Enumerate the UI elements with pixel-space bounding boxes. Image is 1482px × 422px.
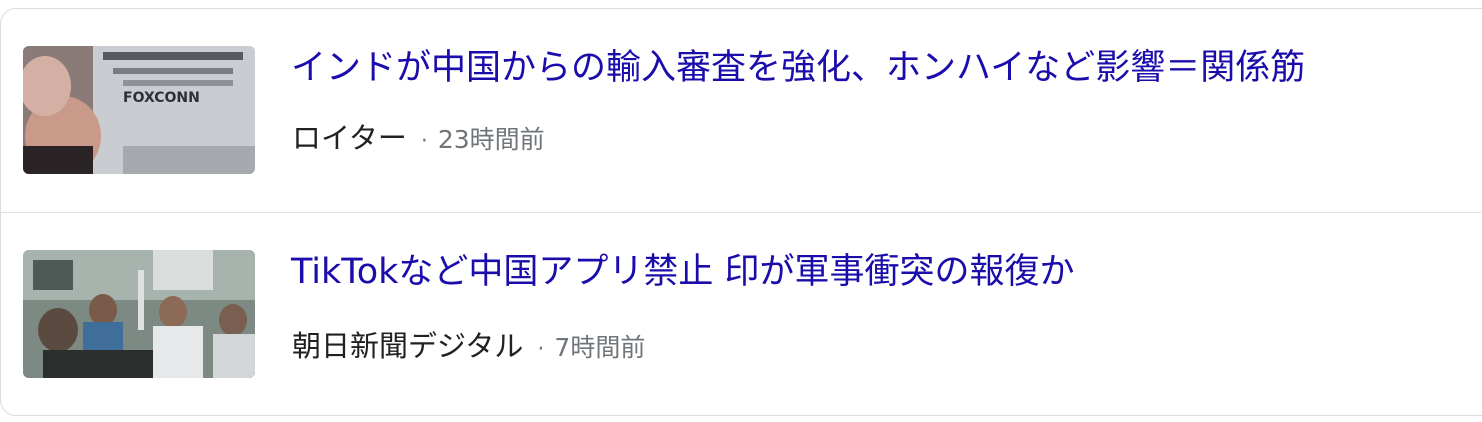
news-time: 23時間前 <box>437 125 545 154</box>
meta-separator: · <box>420 129 428 154</box>
news-meta: 朝日新聞デジタル · 7時間前 <box>292 328 645 364</box>
meta-separator: · <box>537 337 545 362</box>
news-meta: ロイター · 23時間前 <box>292 120 545 156</box>
foxconn-sign-text: FOXCONN <box>123 90 200 106</box>
news-headline[interactable]: TikTokなど中国アプリ禁止 印が軍事衝突の報復か <box>291 250 1075 294</box>
news-item[interactable]: TikTokなど中国アプリ禁止 印が軍事衝突の報復か 朝日新聞デジタル · 7時… <box>0 213 1482 415</box>
news-time: 7時間前 <box>554 333 646 362</box>
news-source: 朝日新聞デジタル <box>292 329 524 363</box>
news-thumbnail[interactable]: FOXCONN <box>23 46 255 174</box>
news-item[interactable]: FOXCONN インドが中国からの輸入審査を強化、ホンハイなど影響＝関係筋 ロイ… <box>0 8 1482 210</box>
news-headline[interactable]: インドが中国からの輸入審査を強化、ホンハイなど影響＝関係筋 <box>291 46 1305 90</box>
news-source: ロイター <box>292 121 407 155</box>
news-thumbnail[interactable] <box>23 250 255 378</box>
